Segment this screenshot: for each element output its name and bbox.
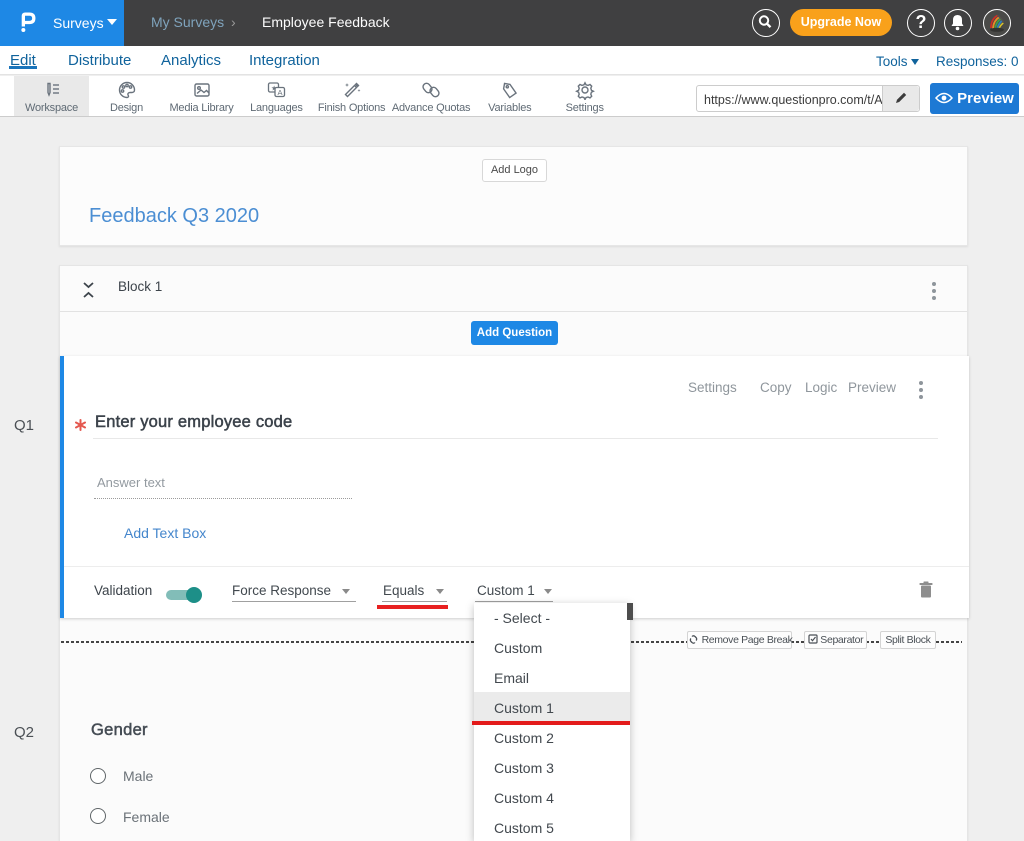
svg-text:★: ★ [271,85,277,93]
svg-text:A: A [278,88,283,97]
